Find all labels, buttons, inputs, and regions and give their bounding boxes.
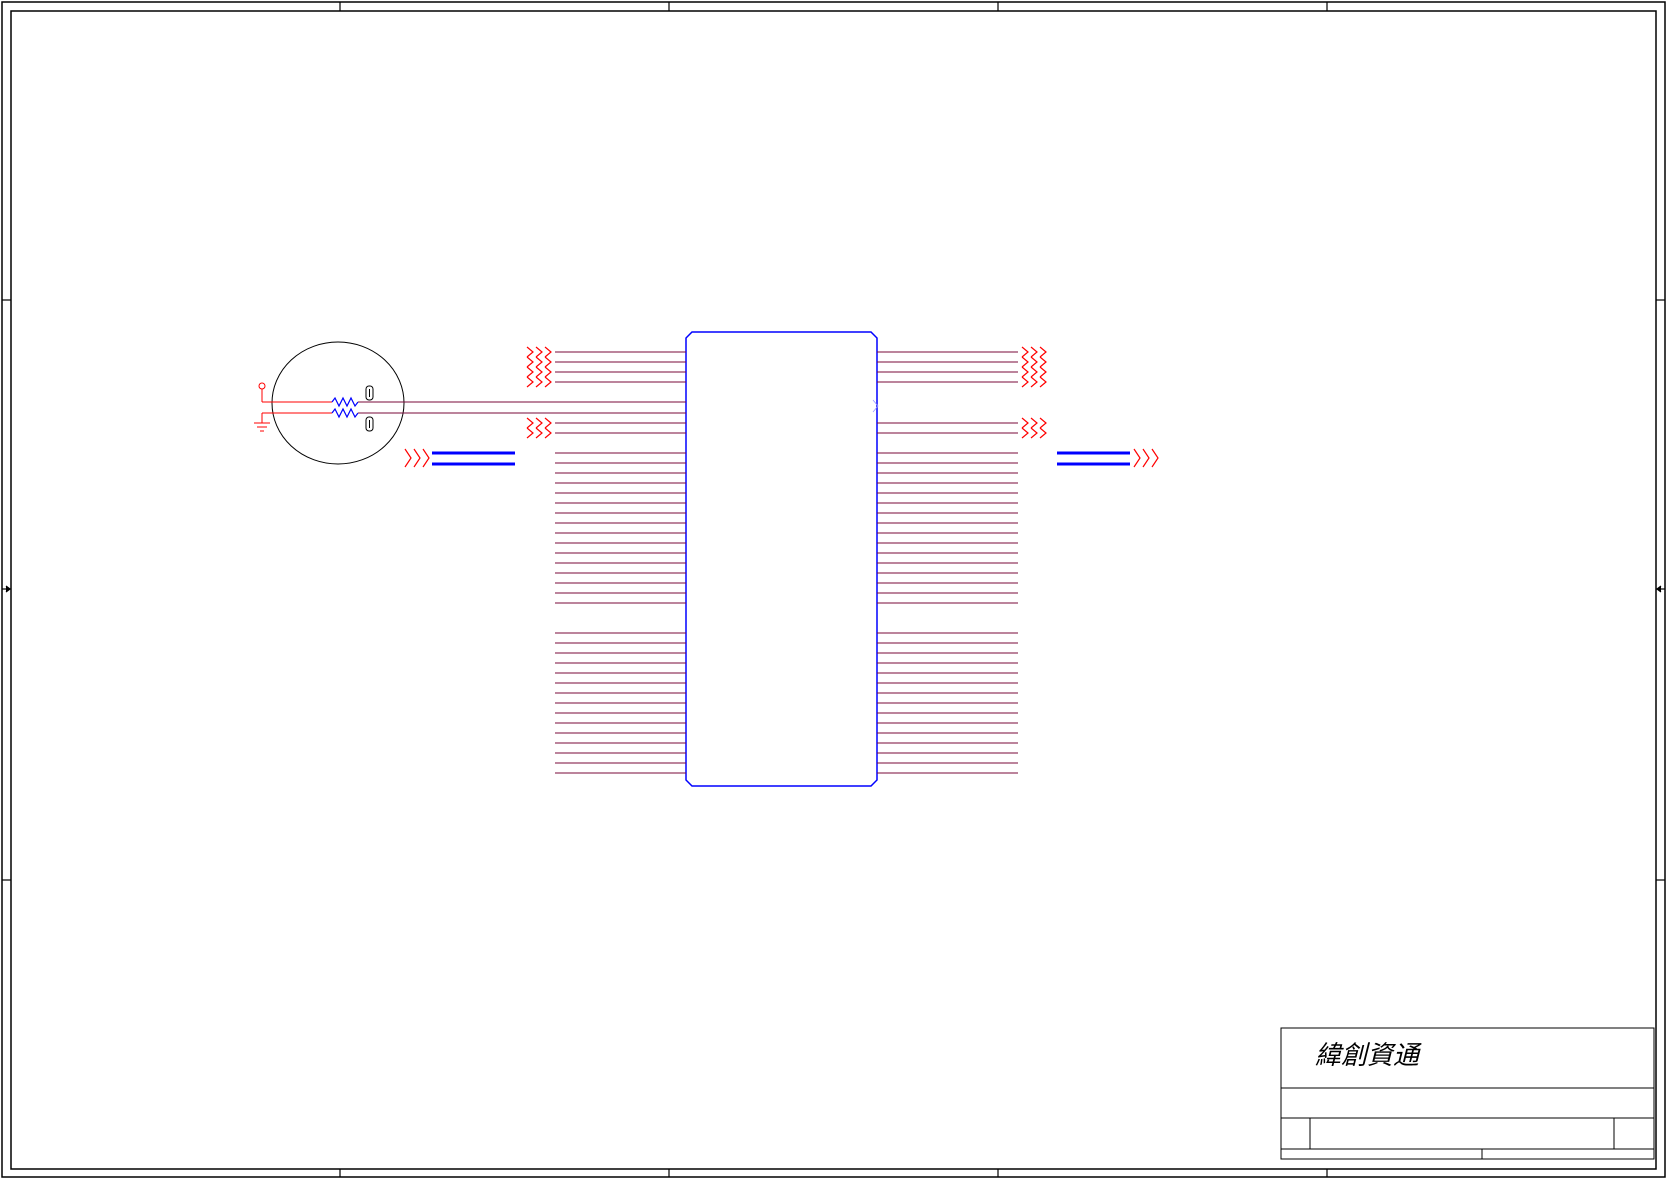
offpage-connector-icon (526, 366, 534, 378)
offpage-connector-icon (526, 346, 534, 358)
offpage-connector-icon (526, 376, 534, 388)
offpage-connector-icon (544, 366, 552, 378)
offpage-connector-icon (1030, 356, 1038, 368)
capacitor-icon[interactable] (365, 385, 374, 432)
offpage-connector-icon (1039, 366, 1047, 378)
offpage-connector-icon (535, 356, 543, 368)
offpage-connector-icon (1021, 346, 1047, 439)
offpage-connector-icon (526, 427, 534, 439)
offpage-connector-icon (1030, 376, 1038, 388)
offpage-connector-icon (1039, 356, 1047, 368)
offpage-connector-icon (535, 346, 543, 358)
offpage-connector-icon (1039, 417, 1047, 429)
offpage-connector-icon (544, 427, 552, 439)
offpage-connector-icon (1039, 346, 1047, 358)
offpage-connector-icon (544, 346, 552, 358)
offpage-connector-icon (1030, 366, 1038, 378)
ground-icon (254, 412, 332, 432)
resistor-icon[interactable] (331, 396, 359, 419)
offpage-connector-icon (544, 417, 552, 429)
offpage-connector-icon (1030, 417, 1038, 429)
offpage-connector-icon (1021, 417, 1029, 429)
right-pin-wires (877, 351, 1018, 774)
offpage-connector-icon (1030, 346, 1038, 358)
left-bus-connector (404, 448, 430, 468)
offpage-connector-icon (535, 417, 543, 429)
offpage-connector-icon (1021, 366, 1029, 378)
left-bus (432, 451, 515, 466)
offpage-connector-icon (1021, 356, 1029, 368)
offpage-connector-icon (535, 366, 543, 378)
offpage-connector-icon (526, 356, 534, 368)
offpage-connector-icon (544, 376, 552, 388)
schematic-sheet: 緯創資通 (1, 1, 1666, 1178)
right-bus (1057, 451, 1130, 466)
offpage-connector-icon (1039, 427, 1047, 439)
offpage-connector-icon (1021, 376, 1029, 388)
power-rail-icon (258, 382, 332, 403)
offpage-connector-icon (526, 346, 552, 439)
company-name: 緯創資通 (1315, 1041, 1422, 1071)
offpage-connector-icon (535, 376, 543, 388)
drawing-frame (1, 1, 1666, 1178)
offpage-connector-icon (1030, 427, 1038, 439)
ic-body[interactable] (685, 331, 878, 787)
offpage-connector-icon (1039, 376, 1047, 388)
rc-net-wires (358, 401, 686, 414)
offpage-connector-icon (526, 417, 534, 429)
offpage-connector-icon (1021, 346, 1029, 358)
offpage-connector-icon (544, 356, 552, 368)
right-bus-connector (1133, 448, 1159, 468)
left-pin-wires (555, 351, 686, 774)
zone-ticks (2, 2, 1665, 1177)
offpage-connector-icon (1021, 427, 1029, 439)
offpage-connector-icon (535, 427, 543, 439)
